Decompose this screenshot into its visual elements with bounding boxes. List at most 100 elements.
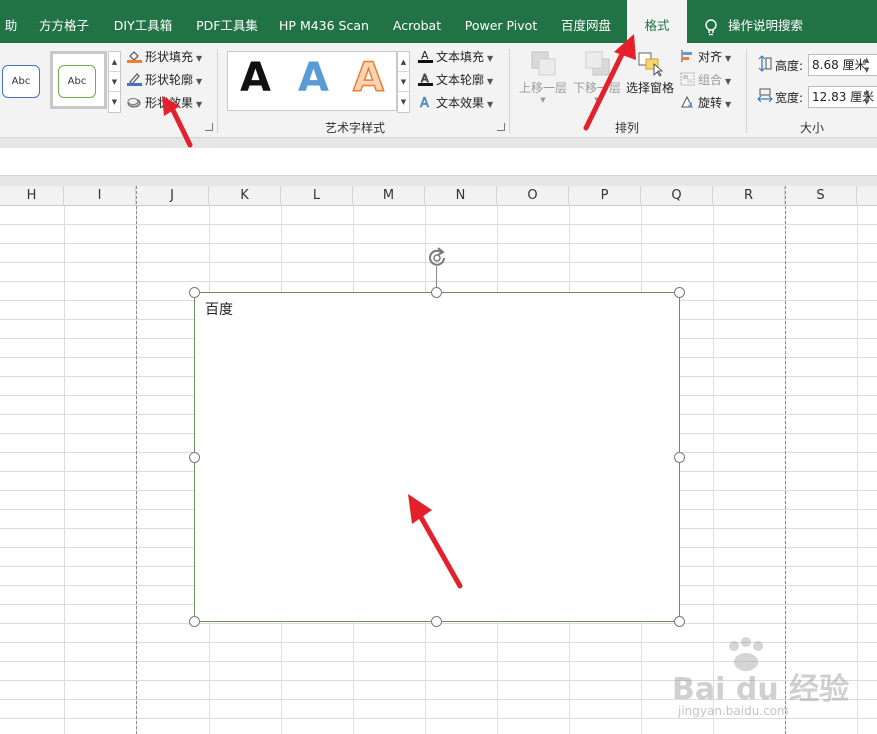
bring-forward-icon (531, 51, 556, 76)
column-header-r[interactable]: R (713, 186, 785, 206)
column-header-row: H I J K L M N O P Q R S (0, 186, 877, 206)
scroll-down-icon[interactable]: ▼ (398, 72, 409, 92)
resize-handle-bottom[interactable] (431, 616, 442, 627)
annotation-arrow-icon (162, 96, 193, 148)
resize-handle-right[interactable] (674, 452, 685, 463)
shape-style-blue[interactable]: Abc (2, 65, 40, 98)
rotate-button[interactable]: 旋转 ▼ (680, 93, 731, 113)
chevron-down-icon: ▼ (487, 77, 494, 86)
chevron-down-icon: ▼ (725, 100, 732, 109)
wordart-orange-outline-sample[interactable]: A (352, 54, 384, 102)
shape-text[interactable]: 百度 (205, 299, 233, 319)
text-effects-label: 文本效果 (436, 96, 485, 110)
rotate-handle-icon[interactable] (425, 247, 449, 272)
ribbon-body: Abc Abc ▲ ▼ ▼ 形状填充▼ 形状轮廓▼ 形状效果▼ A A A ▲ … (0, 43, 877, 138)
wordart-launcher-icon[interactable] (497, 123, 505, 131)
tab-fangfang[interactable]: 方方格子 (30, 0, 98, 43)
tell-me-label: 操作说明搜索 (728, 18, 804, 33)
rotate-label: 旋转 (698, 96, 723, 110)
shape-style-green[interactable]: Abc (58, 65, 96, 98)
chevron-down-icon: ▼ (725, 54, 732, 63)
column-header-p[interactable]: P (569, 186, 641, 206)
wordart-blue-sample[interactable]: A (298, 55, 329, 101)
bring-forward-button[interactable]: 上移一层 ▼ (516, 49, 570, 113)
resize-handle-top-left[interactable] (189, 287, 200, 298)
height-spinner[interactable]: ▲ ▼ (864, 55, 877, 75)
wordart-scroll[interactable]: ▲ ▼ ▼ (397, 51, 410, 113)
tab-diy-toolbox[interactable]: DIY工具箱 (104, 0, 182, 43)
chevron-down-icon: ▼ (725, 77, 732, 86)
text-fill-button[interactable]: A 文本填充 ▼ (418, 47, 493, 67)
page-break-line (785, 186, 786, 734)
wordart-group-label: 艺术字样式 (324, 121, 385, 135)
column-header-o[interactable]: O (497, 186, 569, 206)
width-label: 宽度: (775, 91, 804, 105)
shape-style-scroll[interactable]: ▲ ▼ ▼ (108, 51, 121, 113)
gallery-expand-icon[interactable]: ▼ (398, 92, 409, 112)
shape-effects-icon (127, 95, 142, 109)
size-group-label: 大小 (799, 121, 824, 135)
tab-acrobat[interactable]: Acrobat (382, 0, 452, 43)
align-label: 对齐 (698, 50, 723, 64)
align-icon (680, 49, 695, 63)
column-header-l[interactable]: L (281, 186, 353, 206)
tab-power-pivot[interactable]: Power Pivot (458, 0, 544, 43)
group-objects-label: 组合 (698, 73, 723, 87)
column-header-n[interactable]: N (425, 186, 497, 206)
column-header-i[interactable]: I (64, 186, 136, 206)
shape-styles-launcher-icon[interactable] (205, 123, 213, 131)
wordart-black-sample[interactable]: A (240, 55, 271, 101)
gridline (713, 206, 714, 734)
resize-handle-top[interactable] (431, 287, 442, 298)
text-effects-icon: A (418, 95, 433, 112)
group-objects-icon (680, 72, 695, 86)
column-header-s[interactable]: S (785, 186, 857, 206)
text-fill-label: 文本填充 (436, 50, 485, 64)
tab-pdf-tools[interactable]: PDF工具集 (188, 0, 266, 43)
resize-handle-bottom-right[interactable] (674, 616, 685, 627)
group-separator (746, 49, 747, 133)
chevron-down-icon: ▼ (487, 100, 494, 109)
resize-handle-top-right[interactable] (674, 287, 685, 298)
gallery-expand-icon[interactable]: ▼ (109, 92, 120, 112)
height-icon (758, 55, 772, 75)
text-effects-button[interactable]: A 文本效果 ▼ (418, 93, 493, 113)
formula-bar[interactable] (0, 148, 877, 176)
paint-bucket-icon (127, 49, 142, 63)
width-icon (757, 88, 773, 105)
column-header-k[interactable]: K (209, 186, 281, 206)
align-button[interactable]: 对齐 ▼ (680, 47, 731, 67)
group-objects-button[interactable]: 组合 ▼ (680, 70, 731, 90)
group-separator (509, 49, 510, 133)
bring-forward-label: 上移一层 (518, 81, 567, 95)
resize-handle-left[interactable] (189, 452, 200, 463)
column-header-m[interactable]: M (353, 186, 425, 206)
page-break-line (136, 186, 137, 734)
tell-me-search[interactable]: 操作说明搜索 (700, 0, 803, 43)
gridline (857, 206, 858, 734)
text-fill-icon: A (418, 49, 433, 63)
chevron-down-icon: ▼ (196, 77, 203, 86)
shape-fill-button[interactable]: 形状填充 ▼ (127, 47, 202, 67)
tab-hp-scan[interactable]: HP M436 Scan (272, 0, 376, 43)
text-outline-button[interactable]: A 文本轮廓 ▼ (418, 70, 493, 90)
column-header-j[interactable]: J (136, 186, 209, 206)
chevron-down-icon: ▼ (487, 54, 494, 63)
scroll-down-icon[interactable]: ▼ (109, 72, 120, 92)
column-header-q[interactable]: Q (641, 186, 713, 206)
resize-handle-bottom-left[interactable] (189, 616, 200, 627)
lightbulb-icon (705, 19, 717, 36)
rotate-icon (680, 95, 695, 109)
tab-help[interactable]: 助 (0, 0, 22, 43)
shape-fill-label: 形状填充 (145, 50, 194, 64)
width-spinner[interactable]: ▲ ▼ (864, 87, 877, 107)
ribbon-tab-bar: 助 方方格子 DIY工具箱 PDF工具集 HP M436 Scan Acroba… (0, 0, 877, 43)
formula-gap (0, 176, 877, 186)
text-outline-label: 文本轮廓 (436, 73, 485, 87)
scroll-up-icon[interactable]: ▲ (109, 52, 120, 72)
annotation-arrow-icon (583, 34, 636, 131)
annotation-arrow-icon (408, 494, 463, 589)
column-header-h[interactable]: H (0, 186, 64, 206)
scroll-up-icon[interactable]: ▲ (398, 52, 409, 72)
shape-outline-button[interactable]: 形状轮廓 ▼ (127, 70, 202, 90)
